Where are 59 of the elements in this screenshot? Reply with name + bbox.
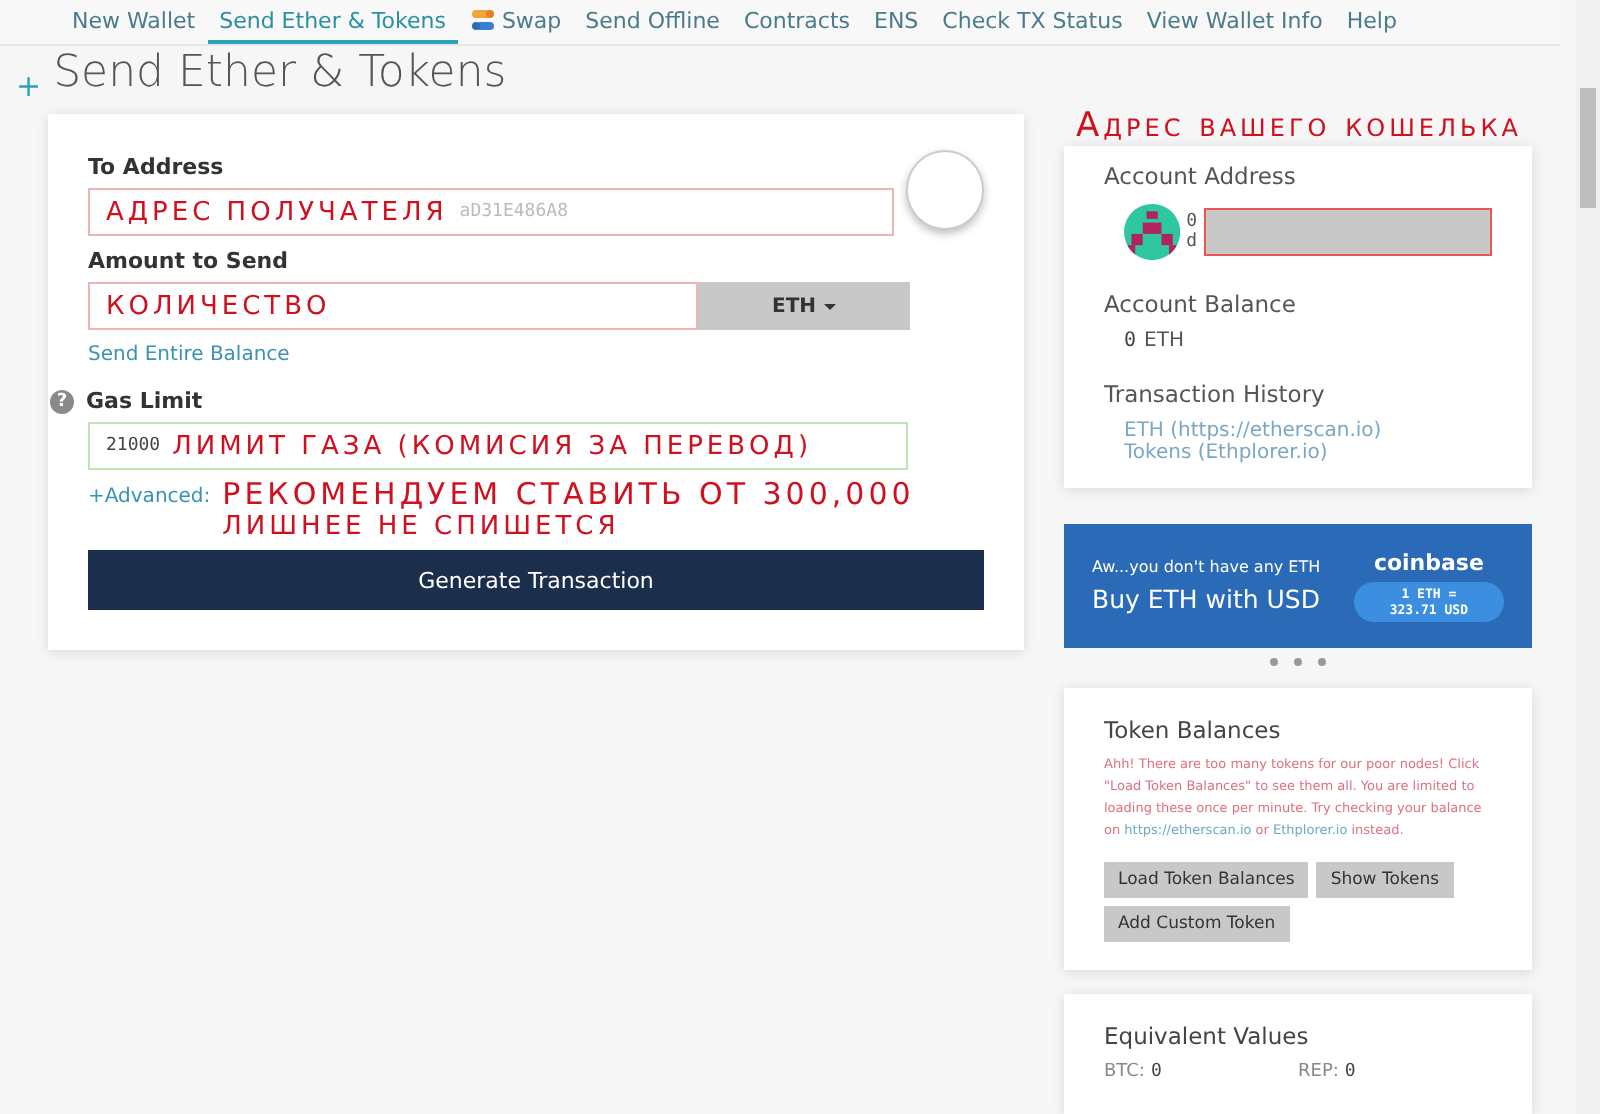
annotation-text: ЛИШНЕЕ НЕ СПИШЕТСЯ [222,512,622,542]
identicon-drawing [1124,202,1181,262]
field-label: To Address [88,154,226,180]
swap-arrows-icon [469,8,496,32]
section-heading: Account Balance [1104,290,1298,318]
amount-field[interactable]: КОЛИЧЕСТВО [88,282,698,330]
carousel-dot[interactable] [1270,658,1278,666]
send-entire-balance-link[interactable]: Send Entire Balance [88,344,290,366]
page-title: Send Ether & Tokens [53,48,507,98]
address-placeholder: aD31E486A8 [459,202,568,222]
annotation-text: КОЛИЧЕСТВО [106,291,331,321]
history-link[interactable]: ETH (https://etherscan.io) [1124,420,1492,442]
balance-value: 0 [1124,330,1137,352]
identicon-placeholder [905,150,984,230]
nav-tab[interactable]: Check TX Status [930,0,1135,44]
address-field[interactable]: АДРЕС ПОЛУЧАТЕЛЯ aD31E486A8 [88,188,894,236]
section-heading: Equivalent Values [1104,1022,1311,1050]
carousel-dot[interactable] [1318,658,1326,666]
field-label: Gas Limit [86,388,203,414]
currency-label: REP: [1298,1062,1339,1082]
nav-tab[interactable]: ENS [862,0,931,44]
token-button[interactable]: Add Custom Token [1104,906,1290,942]
history-link[interactable]: Tokens (Ethplorer.io) [1124,442,1492,464]
token-button[interactable]: Show Tokens [1316,862,1454,898]
currency-label: BTC: [1104,1062,1145,1082]
address-fragment: 0 [1186,212,1198,232]
address-fragment: d [1186,232,1198,252]
expand-icon[interactable]: + [16,72,42,102]
generate-transaction-button[interactable]: Generate Transaction [88,550,984,610]
currency-dropdown[interactable]: ETH [698,282,910,330]
nav-tab[interactable]: Swap [457,0,574,44]
advanced-link[interactable]: +Advanced: [88,486,211,508]
section-heading: Transaction History [1104,380,1327,408]
nav-tab[interactable]: Send Ether & Tokens [207,0,458,44]
nav-tab[interactable]: Help [1334,0,1409,44]
nav-tab[interactable]: View Wallet Info [1134,0,1335,44]
banner-title: Buy ETH with USD [1092,584,1321,614]
balance-unit: ETH [1144,330,1184,352]
scrollbar-thumb[interactable] [1580,88,1596,208]
carousel-dot[interactable] [1294,658,1302,666]
caret-icon [824,303,837,315]
help-icon[interactable]: ? [50,389,74,413]
brand-name: coinbase [1373,550,1484,576]
banner-subtitle: Aw...you don't have any ETH [1092,558,1321,576]
section-heading: Token Balances [1104,716,1283,744]
token-button[interactable]: Load Token Balances [1104,862,1309,898]
annotation-text: АДРЕС ПОЛУЧАТЕЛЯ [106,197,448,227]
annotation-text: ЛИМИТ ГАЗА (КОМИСИЯ ЗА ПЕРЕВОД) [172,431,813,461]
gas-limit-value: 21000 [106,436,161,456]
gas-limit-field[interactable]: 21000 ЛИМИТ ГАЗА (КОМИСИЯ ЗА ПЕРЕВОД) [88,422,908,470]
currency-value: 0 [1150,1062,1162,1082]
annotation-heading: Адрес вашего кошелька [1074,106,1524,146]
annotation-text: РЕКОМЕНДУЕМ СТАВИТЬ ОТ 300,000 [222,476,915,512]
field-label: Amount to Send [88,248,291,274]
nav-tab[interactable]: Send Offline [573,0,732,44]
currency-value: 0 [1344,1062,1356,1082]
nav-tab[interactable]: Contracts [731,0,862,44]
nav-tab[interactable]: New Wallet [60,0,208,44]
section-heading: Account Address [1104,162,1298,190]
